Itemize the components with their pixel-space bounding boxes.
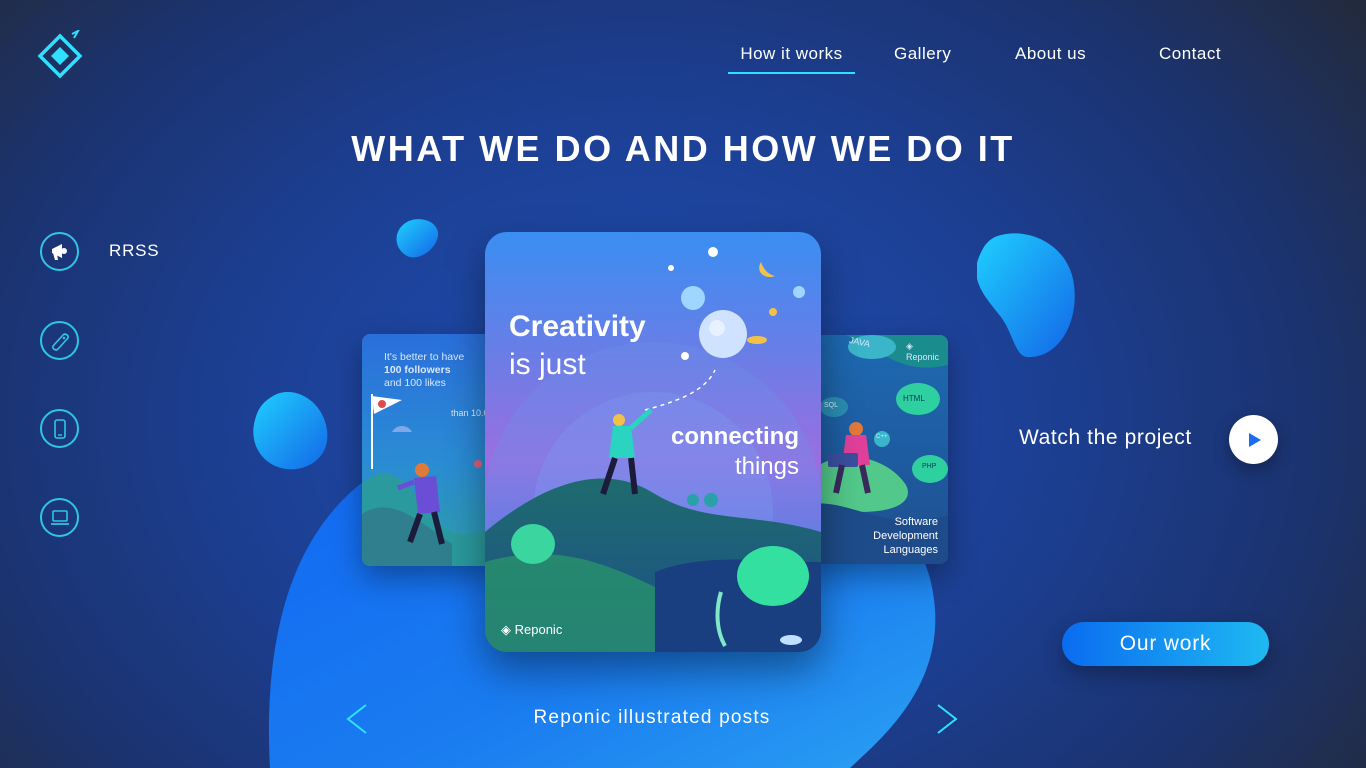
carousel-caption: Reponic illustrated posts: [533, 707, 771, 728]
diamond-logo-icon: ◈: [906, 341, 913, 351]
nav-active-underline: [728, 72, 855, 74]
card-text: Software: [894, 516, 938, 528]
tag-icon: [51, 332, 69, 351]
blob-left: [253, 391, 328, 470]
card-brand: ◈ Reponic: [906, 341, 948, 362]
nav-label: About us: [1015, 44, 1087, 63]
nav-item-gallery[interactable]: Gallery: [894, 44, 951, 74]
card-headline: is just: [509, 348, 586, 381]
nav-label: Contact: [1159, 44, 1222, 63]
tag-label: SQL: [824, 402, 839, 409]
megaphone-icon: [51, 243, 67, 260]
post-card-left[interactable]: It's better to have 100 followers and 10…: [362, 334, 498, 566]
card-text: Languages: [883, 544, 938, 556]
post-card-main[interactable]: Creativity is just connecting things ◈ R…: [485, 232, 821, 652]
card-headline: Creativity: [509, 310, 646, 343]
sidebar-item-rrss[interactable]: [40, 232, 79, 271]
sidebar-item-phone[interactable]: [40, 409, 79, 448]
card-text: It's better to have: [384, 351, 465, 363]
blob-right: [977, 233, 1075, 358]
our-work-button[interactable]: Our work: [1062, 622, 1269, 666]
blob-top-left: [396, 219, 439, 258]
play-icon: [1248, 432, 1261, 447]
card-headline: things: [734, 453, 799, 480]
watch-project-label[interactable]: Watch the project: [1019, 426, 1192, 450]
card-brand-label: Reponic: [906, 352, 940, 362]
post-card-right[interactable]: JAVA HTML SQL C++ PHP ◈ Reponic Software…: [806, 335, 948, 564]
page-title: WHAT WE DO AND HOW WE DO IT: [351, 128, 1015, 169]
play-button[interactable]: [1229, 415, 1278, 464]
nav-item-about-us[interactable]: About us: [1015, 44, 1086, 74]
nav-item-how-it-works[interactable]: How it works: [728, 44, 855, 74]
diamond-logo-icon[interactable]: [34, 30, 86, 82]
sidebar-item-laptop[interactable]: [40, 498, 79, 537]
card-headline: connecting: [670, 423, 799, 450]
nav-item-contact[interactable]: Contact: [1159, 44, 1221, 74]
card-brand: ◈ Reponic: [501, 622, 562, 638]
tag-label: PHP: [922, 463, 937, 470]
sidebar-item-label: RRSS: [109, 241, 160, 260]
nav-label: Gallery: [894, 44, 952, 63]
sidebar-item-tag[interactable]: [40, 321, 79, 360]
card-text: Development: [873, 530, 938, 542]
tag-label: HTML: [903, 394, 925, 403]
our-work-label: Our work: [1119, 632, 1212, 655]
chevron-right-icon[interactable]: [934, 703, 960, 735]
tag-label: C++: [876, 434, 888, 440]
nav-label: How it works: [740, 44, 843, 63]
card-brand-label: Reponic: [514, 622, 563, 637]
phone-icon: [53, 418, 66, 439]
climber-illustration: [362, 394, 498, 566]
laptop-icon: [50, 509, 69, 525]
diamond-logo-icon: ◈: [501, 622, 511, 637]
